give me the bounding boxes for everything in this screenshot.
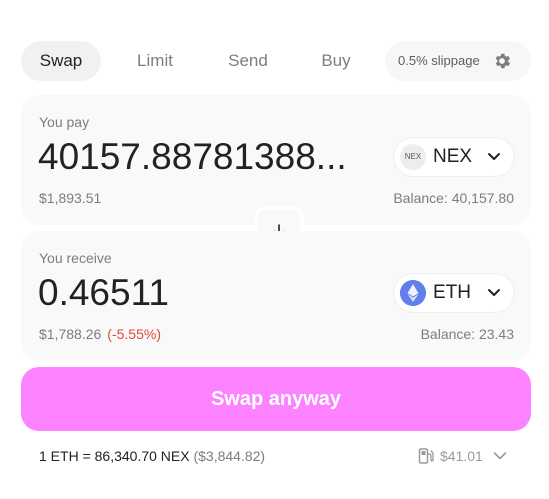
tab-send[interactable]: Send <box>215 41 281 81</box>
receive-usd-amount: $1,788.26 <box>39 326 102 342</box>
gear-icon <box>495 53 511 69</box>
eth-token-icon <box>400 280 426 306</box>
network-fee: $41.01 <box>440 448 483 464</box>
pay-balance: Balance: 40,157.80 <box>393 190 514 206</box>
receive-token-selector[interactable]: ETH <box>394 274 514 312</box>
swap-anyway-button[interactable]: Swap anyway <box>21 367 531 431</box>
exchange-rate-text: 1 ETH = 86,340.70 NEX <box>39 448 190 464</box>
slippage-settings-button[interactable]: 0.5% slippage <box>385 41 531 81</box>
slippage-label: 0.5% slippage <box>398 53 480 68</box>
pay-token-symbol: NEX <box>433 146 473 167</box>
pay-label: You pay <box>39 114 90 130</box>
receive-usd-value: $1,788.26 (-5.55%) <box>39 326 161 342</box>
receive-balance: Balance: 23.43 <box>420 326 514 342</box>
receive-label: You receive <box>39 250 112 266</box>
pay-amount-input[interactable]: 40157.88781388... <box>38 136 347 178</box>
chevron-down-icon <box>488 289 500 296</box>
receive-panel: You receive 0.46511 ETH $1,788.26 (-5.55%… <box>21 231 531 361</box>
gas-pump-icon <box>418 448 434 464</box>
price-impact: (-5.55%) <box>107 326 161 342</box>
chevron-down-icon <box>488 153 500 160</box>
tab-limit[interactable]: Limit <box>123 41 187 81</box>
receive-amount-input[interactable]: 0.46511 <box>38 272 169 314</box>
swap-tabs: Swap Limit Send Buy 0.5% slippage <box>21 41 531 81</box>
tab-buy[interactable]: Buy <box>311 41 361 81</box>
nex-token-icon: NEX <box>400 144 426 170</box>
tab-swap[interactable]: Swap <box>21 41 101 81</box>
exchange-rate-usd: ($3,844.82) <box>193 448 266 464</box>
exchange-rate[interactable]: 1 ETH = 86,340.70 NEX ($3,844.82) <box>39 448 265 464</box>
pay-token-selector[interactable]: NEX NEX <box>394 138 514 176</box>
chevron-down-icon[interactable] <box>493 451 507 461</box>
receive-token-symbol: ETH <box>433 282 471 303</box>
pay-usd-value: $1,893.51 <box>39 190 102 206</box>
